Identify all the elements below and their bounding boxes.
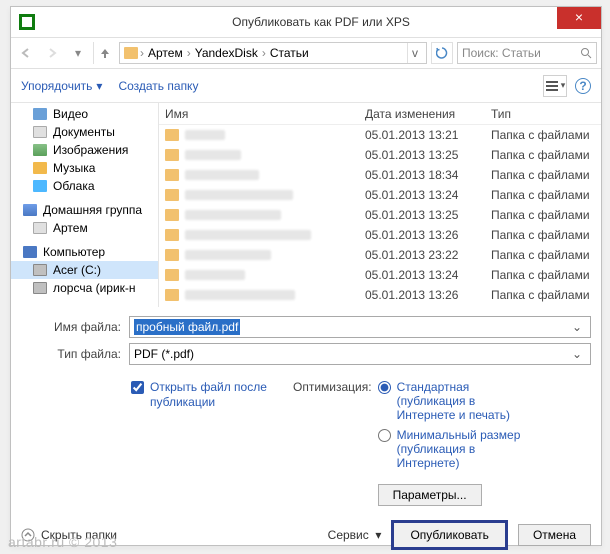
chevron-right-icon: › <box>140 46 144 60</box>
organize-menu[interactable]: Упорядочить ▾ <box>21 79 102 93</box>
table-row[interactable]: 05.01.2013 13:25Папка с файлами <box>159 205 601 225</box>
file-list[interactable]: Имя Дата изменения Тип 05.01.2013 13:21П… <box>159 103 601 307</box>
computer-icon <box>23 246 37 258</box>
mus-icon <box>33 162 47 174</box>
dialog-window: Опубликовать как PDF или XPS × ▾ › Артем… <box>10 6 602 546</box>
table-row[interactable]: 05.01.2013 13:24Папка с файлами <box>159 185 601 205</box>
tools-menu[interactable]: Сервис ▾ <box>328 528 382 542</box>
homegroup-icon <box>23 204 37 216</box>
folder-icon <box>165 149 179 161</box>
folder-icon <box>165 249 179 261</box>
col-date[interactable]: Дата изменения <box>365 107 491 121</box>
back-button[interactable] <box>15 42 37 64</box>
search-icon <box>580 47 592 59</box>
open-after-checkbox[interactable]: Открыть файл после публикации <box>131 380 281 506</box>
open-after-input[interactable] <box>131 381 144 394</box>
tree-item[interactable]: Облака <box>11 177 158 195</box>
nav-tree[interactable]: ВидеоДокументыИзображенияМузыкаОблака До… <box>11 103 159 307</box>
table-row[interactable]: 05.01.2013 13:26Папка с файлами <box>159 285 601 305</box>
tree-drive[interactable]: лорсча (ирик-н <box>11 279 158 297</box>
tree-item[interactable]: Музыка <box>11 159 158 177</box>
img-icon <box>33 144 47 156</box>
breadcrumb[interactable]: › Артем › YandexDisk › Статьи v <box>119 42 427 64</box>
chevron-right-icon: › <box>187 46 191 60</box>
help-button[interactable]: ? <box>575 78 591 94</box>
col-type[interactable]: Тип <box>491 107 601 121</box>
table-row[interactable]: 05.01.2013 13:26Папка с файлами <box>159 225 601 245</box>
tree-computer[interactable]: Компьютер <box>11 243 158 261</box>
forward-button[interactable] <box>41 42 63 64</box>
folder-icon <box>165 169 179 181</box>
folder-icon <box>165 189 179 201</box>
window-title: Опубликовать как PDF или XPS <box>41 15 601 29</box>
folder-icon <box>165 229 179 241</box>
table-row[interactable]: 05.01.2013 13:24Папка с файлами <box>159 265 601 285</box>
table-row[interactable]: 05.01.2013 18:34Папка с файлами <box>159 165 601 185</box>
table-row[interactable]: 05.01.2013 23:22Папка с файлами <box>159 245 601 265</box>
new-folder-button[interactable]: Создать папку <box>118 79 198 93</box>
up-button[interactable] <box>93 42 115 64</box>
recent-dropdown[interactable]: ▾ <box>67 42 89 64</box>
crumb-2[interactable]: Статьи <box>268 46 311 60</box>
col-name[interactable]: Имя <box>165 107 365 121</box>
optimization-label: Оптимизация: <box>293 380 372 394</box>
folder-icon <box>165 209 179 221</box>
optimize-standard[interactable]: Стандартная (публикация в Интернете и пе… <box>378 380 537 422</box>
filename-label: Имя файла: <box>21 320 129 334</box>
crumb-dropdown[interactable]: v <box>407 43 422 63</box>
toolbar: Упорядочить ▾ Создать папку ▾ ? <box>11 69 601 103</box>
table-row[interactable]: 05.01.2013 13:25Папка с файлами <box>159 145 601 165</box>
tree-drive[interactable]: Acer (C:) <box>11 261 158 279</box>
view-button[interactable]: ▾ <box>543 75 567 97</box>
folder-icon <box>165 269 179 281</box>
filetype-select[interactable]: PDF (*.pdf)⌄ <box>129 343 591 365</box>
drive-icon <box>33 264 47 276</box>
doc-icon <box>33 126 47 138</box>
chevron-down-icon: ▾ <box>96 79 102 93</box>
vid-icon <box>33 108 47 120</box>
search-input[interactable]: Поиск: Статьи <box>457 42 597 64</box>
close-button[interactable]: × <box>557 7 601 29</box>
crumb-1[interactable]: YandexDisk <box>193 46 260 60</box>
tree-user[interactable]: Артем <box>11 219 158 237</box>
titlebar: Опубликовать как PDF или XPS × <box>11 7 601 37</box>
chevron-right-icon: › <box>262 46 266 60</box>
publish-button[interactable]: Опубликовать <box>391 520 507 550</box>
tree-item[interactable]: Изображения <box>11 141 158 159</box>
cancel-button[interactable]: Отмена <box>518 524 591 546</box>
filetype-label: Тип файла: <box>21 347 129 361</box>
search-placeholder: Поиск: Статьи <box>462 46 541 60</box>
folder-icon <box>165 129 179 141</box>
filename-input[interactable]: пробный файл.pdf⌄ <box>129 316 591 338</box>
table-row[interactable]: 05.01.2013 13:21Папка с файлами <box>159 125 601 145</box>
tree-homegroup[interactable]: Домашняя группа <box>11 201 158 219</box>
drive-icon <box>33 282 47 294</box>
folder-icon <box>124 47 138 59</box>
excel-icon <box>19 14 35 30</box>
cloud-icon <box>33 180 47 192</box>
watermark: artabr.ru © 2013 <box>8 534 117 550</box>
user-icon <box>33 222 47 234</box>
params-button[interactable]: Параметры... <box>378 484 482 506</box>
list-header[interactable]: Имя Дата изменения Тип <box>159 103 601 125</box>
refresh-button[interactable] <box>431 42 453 64</box>
crumb-0[interactable]: Артем <box>146 46 185 60</box>
tree-item[interactable]: Видео <box>11 105 158 123</box>
tree-item[interactable]: Документы <box>11 123 158 141</box>
optimize-minimal[interactable]: Минимальный размер (публикация в Интерне… <box>378 428 537 470</box>
folder-icon <box>165 289 179 301</box>
nav-bar: ▾ › Артем › YandexDisk › Статьи v Поиск:… <box>11 37 601 69</box>
